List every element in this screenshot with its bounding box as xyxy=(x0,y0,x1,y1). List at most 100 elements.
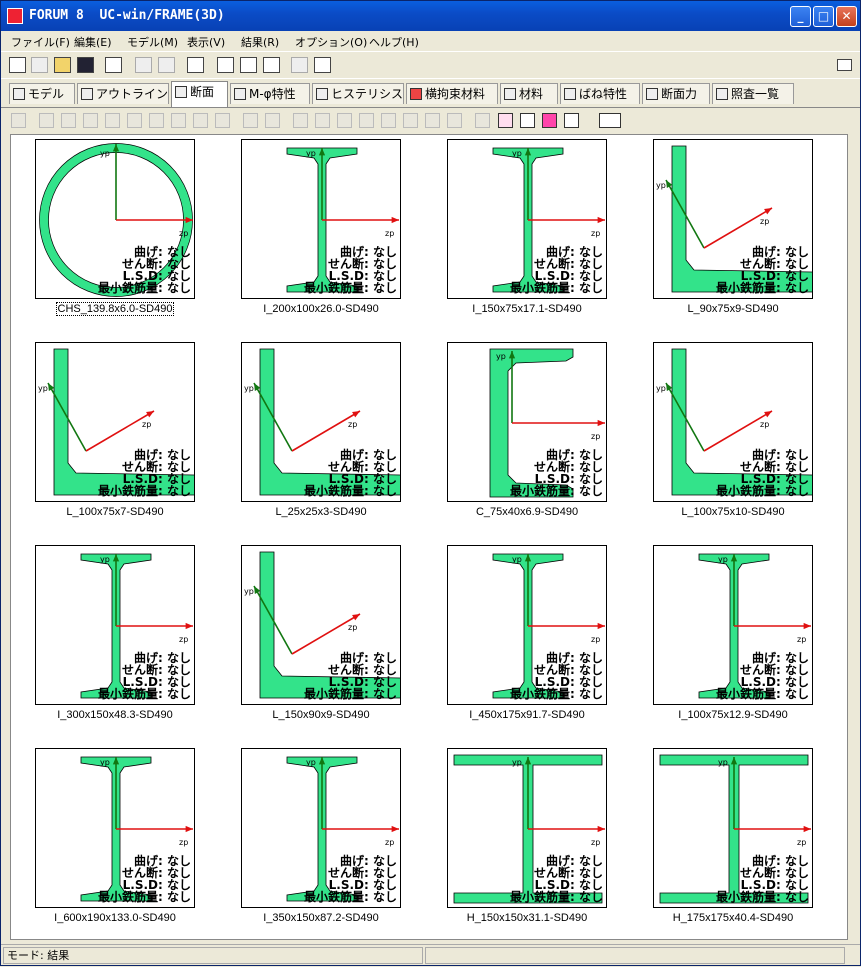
section-name-label[interactable]: I_100x75x12.9-SD490 xyxy=(633,709,833,721)
axis-toggle-icon[interactable] xyxy=(520,113,535,128)
rebar-array-icon[interactable] xyxy=(359,113,374,128)
dimension-icon[interactable] xyxy=(381,113,396,128)
model-icon[interactable] xyxy=(9,57,26,73)
redo-icon[interactable] xyxy=(158,57,175,73)
app-icon[interactable] xyxy=(7,8,23,24)
maximize-button[interactable]: □ xyxy=(813,6,834,27)
arrow-up-icon[interactable] xyxy=(171,113,186,128)
section-add-icon[interactable] xyxy=(39,113,54,128)
print-preview-icon[interactable] xyxy=(105,57,122,73)
section-name-label[interactable]: I_150x75x17.1-SD490 xyxy=(427,303,627,315)
section-name-label[interactable]: L_25x25x3-SD490 xyxy=(221,506,421,518)
menu-edit[interactable]: 編集(E) xyxy=(74,34,112,50)
section-thumbnail[interactable]: yp zp 曲げ: なし せん断: なし L.S.D: なし 最小鉄筋量: なし xyxy=(653,545,813,705)
section-name-label[interactable]: I_350x150x87.2-SD490 xyxy=(221,912,421,924)
tab-lateral-confinement[interactable]: 横拘束材料 xyxy=(406,83,498,104)
section-thumbnail[interactable]: yp zp 曲げ: なし せん断: なし L.S.D: なし 最小鉄筋量: なし xyxy=(241,139,401,299)
copy-report-icon[interactable] xyxy=(263,57,280,73)
delete-icon[interactable] xyxy=(83,113,98,128)
mirror-icon[interactable] xyxy=(265,113,280,128)
rotate-icon[interactable] xyxy=(243,113,258,128)
section-name-label[interactable]: I_600x190x133.0-SD490 xyxy=(15,912,215,924)
minimize-button[interactable]: _ xyxy=(790,6,811,27)
menu-file[interactable]: ファイル(F) xyxy=(11,34,70,50)
section-thumbnail[interactable]: yp zp 曲げ: なし せん断: なし L.S.D: なし 最小鉄筋量: なし xyxy=(241,545,401,705)
section-name-label[interactable]: L_100x75x10-SD490 xyxy=(633,506,833,518)
menu-results[interactable]: 結果(R) xyxy=(241,34,279,50)
menu-model[interactable]: モデル(M) xyxy=(127,34,178,50)
rebar-icon[interactable] xyxy=(337,113,352,128)
arrow-left-icon[interactable] xyxy=(127,113,142,128)
menu-options[interactable]: オプション(O) xyxy=(295,34,367,50)
tab-outline[interactable]: アウトライン xyxy=(77,83,169,104)
section-thumbnail[interactable]: yp zp 曲げ: なし せん断: なし L.S.D: なし 最小鉄筋量: なし xyxy=(35,139,195,299)
section-name-label[interactable]: CHS_139.8x6.0-SD490 xyxy=(15,302,215,316)
section-name-label[interactable]: H_175x175x40.4-SD490 xyxy=(633,912,833,924)
section-thumbnail[interactable]: yp zp 曲げ: なし せん断: なし L.S.D: なし 最小鉄筋量: なし xyxy=(653,139,813,299)
section-thumbnail[interactable]: yp zp 曲げ: なし せん断: なし L.S.D: なし 最小鉄筋量: なし xyxy=(447,342,607,502)
section-thumbnail[interactable]: yp zp 曲げ: なし せん断: なし L.S.D: なし 最小鉄筋量: なし xyxy=(241,342,401,502)
move-icon[interactable] xyxy=(215,113,230,128)
report-icon[interactable] xyxy=(217,57,234,73)
section-name-label[interactable]: H_150x150x31.1-SD490 xyxy=(427,912,627,924)
keyboard-icon[interactable] xyxy=(837,59,852,71)
paste-icon[interactable] xyxy=(105,113,120,128)
tab-m-phi[interactable]: M-φ特性 xyxy=(230,83,310,104)
title-bar[interactable]: FORUM 8 UC-win/FRAME(3D) _ □ ✕ xyxy=(1,1,860,31)
arrow-down-icon[interactable] xyxy=(193,113,208,128)
grid-icon[interactable] xyxy=(447,113,462,128)
tab-check-list[interactable]: 照査一覧 xyxy=(712,83,794,104)
section-name-label[interactable]: L_90x75x9-SD490 xyxy=(633,303,833,315)
tab-section[interactable]: 断面 xyxy=(171,81,228,107)
line-icon[interactable] xyxy=(315,113,330,128)
close-button[interactable]: ✕ xyxy=(836,6,857,27)
section-name-label[interactable]: L_100x75x7-SD490 xyxy=(15,506,215,518)
export-icon[interactable] xyxy=(314,57,331,73)
section-name-label[interactable]: C_75x40x6.9-SD490 xyxy=(427,506,627,518)
section-thumbnail[interactable]: yp zp 曲げ: なし せん断: なし L.S.D: なし 最小鉄筋量: なし xyxy=(447,139,607,299)
undo-icon[interactable] xyxy=(135,57,152,73)
section-name-text: CHS_139.8x6.0-SD490 xyxy=(55,302,175,316)
min-rebar-check-text: 最小鉄筋量: なし xyxy=(716,687,809,701)
table-view-icon[interactable] xyxy=(599,113,621,128)
section-name-label[interactable]: L_150x90x9-SD490 xyxy=(221,709,421,721)
save-icon[interactable] xyxy=(77,57,94,73)
section-thumbnail[interactable]: yp zp 曲げ: なし せん断: なし L.S.D: なし 最小鉄筋量: なし xyxy=(241,748,401,908)
copy-icon[interactable] xyxy=(61,113,76,128)
section-name-text: I_600x190x133.0-SD490 xyxy=(54,912,176,924)
fill-toggle-icon[interactable] xyxy=(542,113,557,128)
section-thumbnail[interactable]: yp zp 曲げ: なし せん断: なし L.S.D: なし 最小鉄筋量: なし xyxy=(35,342,195,502)
tab-model[interactable]: モデル xyxy=(9,83,75,104)
section-thumbnail[interactable]: yp zp 曲げ: なし せん断: なし L.S.D: なし 最小鉄筋量: なし xyxy=(35,545,195,705)
section-icon[interactable] xyxy=(11,113,26,128)
section-thumbnail[interactable]: yp zp 曲げ: なし せん断: なし L.S.D: なし 最小鉄筋量: なし xyxy=(653,748,813,908)
section-name-label[interactable]: I_450x175x91.7-SD490 xyxy=(427,709,627,721)
section-name-label[interactable]: I_300x150x48.3-SD490 xyxy=(15,709,215,721)
new-icon[interactable] xyxy=(31,57,48,73)
section-thumbnail[interactable]: yp zp 曲げ: なし せん断: なし L.S.D: なし 最小鉄筋量: なし xyxy=(447,545,607,705)
plus-icon[interactable] xyxy=(293,113,308,128)
label-toggle-icon[interactable] xyxy=(564,113,579,128)
display-color-icon[interactable] xyxy=(498,113,513,128)
analysis-icon[interactable] xyxy=(187,57,204,73)
section-thumbnail[interactable]: yp zp 曲げ: なし せん断: なし L.S.D: なし 最小鉄筋量: なし xyxy=(447,748,607,908)
vertical-scrollbar[interactable] xyxy=(848,134,860,940)
menu-view[interactable]: 表示(V) xyxy=(187,34,225,50)
layer-icon[interactable] xyxy=(475,113,490,128)
report-settings-icon[interactable] xyxy=(240,57,257,73)
tab-spring[interactable]: ばね特性 xyxy=(560,83,640,104)
calculator-icon[interactable] xyxy=(291,57,308,73)
tab-hysteresis[interactable]: ヒステリシス xyxy=(312,83,404,104)
section-name-text: H_175x175x40.4-SD490 xyxy=(672,912,794,924)
y-axis-label: yp xyxy=(512,758,522,767)
arrow-right-icon[interactable] xyxy=(149,113,164,128)
section-thumbnail[interactable]: yp zp 曲げ: なし せん断: なし L.S.D: なし 最小鉄筋量: なし xyxy=(653,342,813,502)
tab-material[interactable]: 材料 xyxy=(500,83,558,104)
section-thumbnail[interactable]: yp zp 曲げ: なし せん断: なし L.S.D: なし 最小鉄筋量: なし xyxy=(35,748,195,908)
tee-icon[interactable] xyxy=(403,113,418,128)
open-folder-icon[interactable] xyxy=(54,57,71,73)
menu-help[interactable]: ヘルプ(H) xyxy=(369,34,419,50)
section-name-label[interactable]: I_200x100x26.0-SD490 xyxy=(221,303,421,315)
tab-section-force[interactable]: 断面力 xyxy=(642,83,710,104)
arch-icon[interactable] xyxy=(425,113,440,128)
